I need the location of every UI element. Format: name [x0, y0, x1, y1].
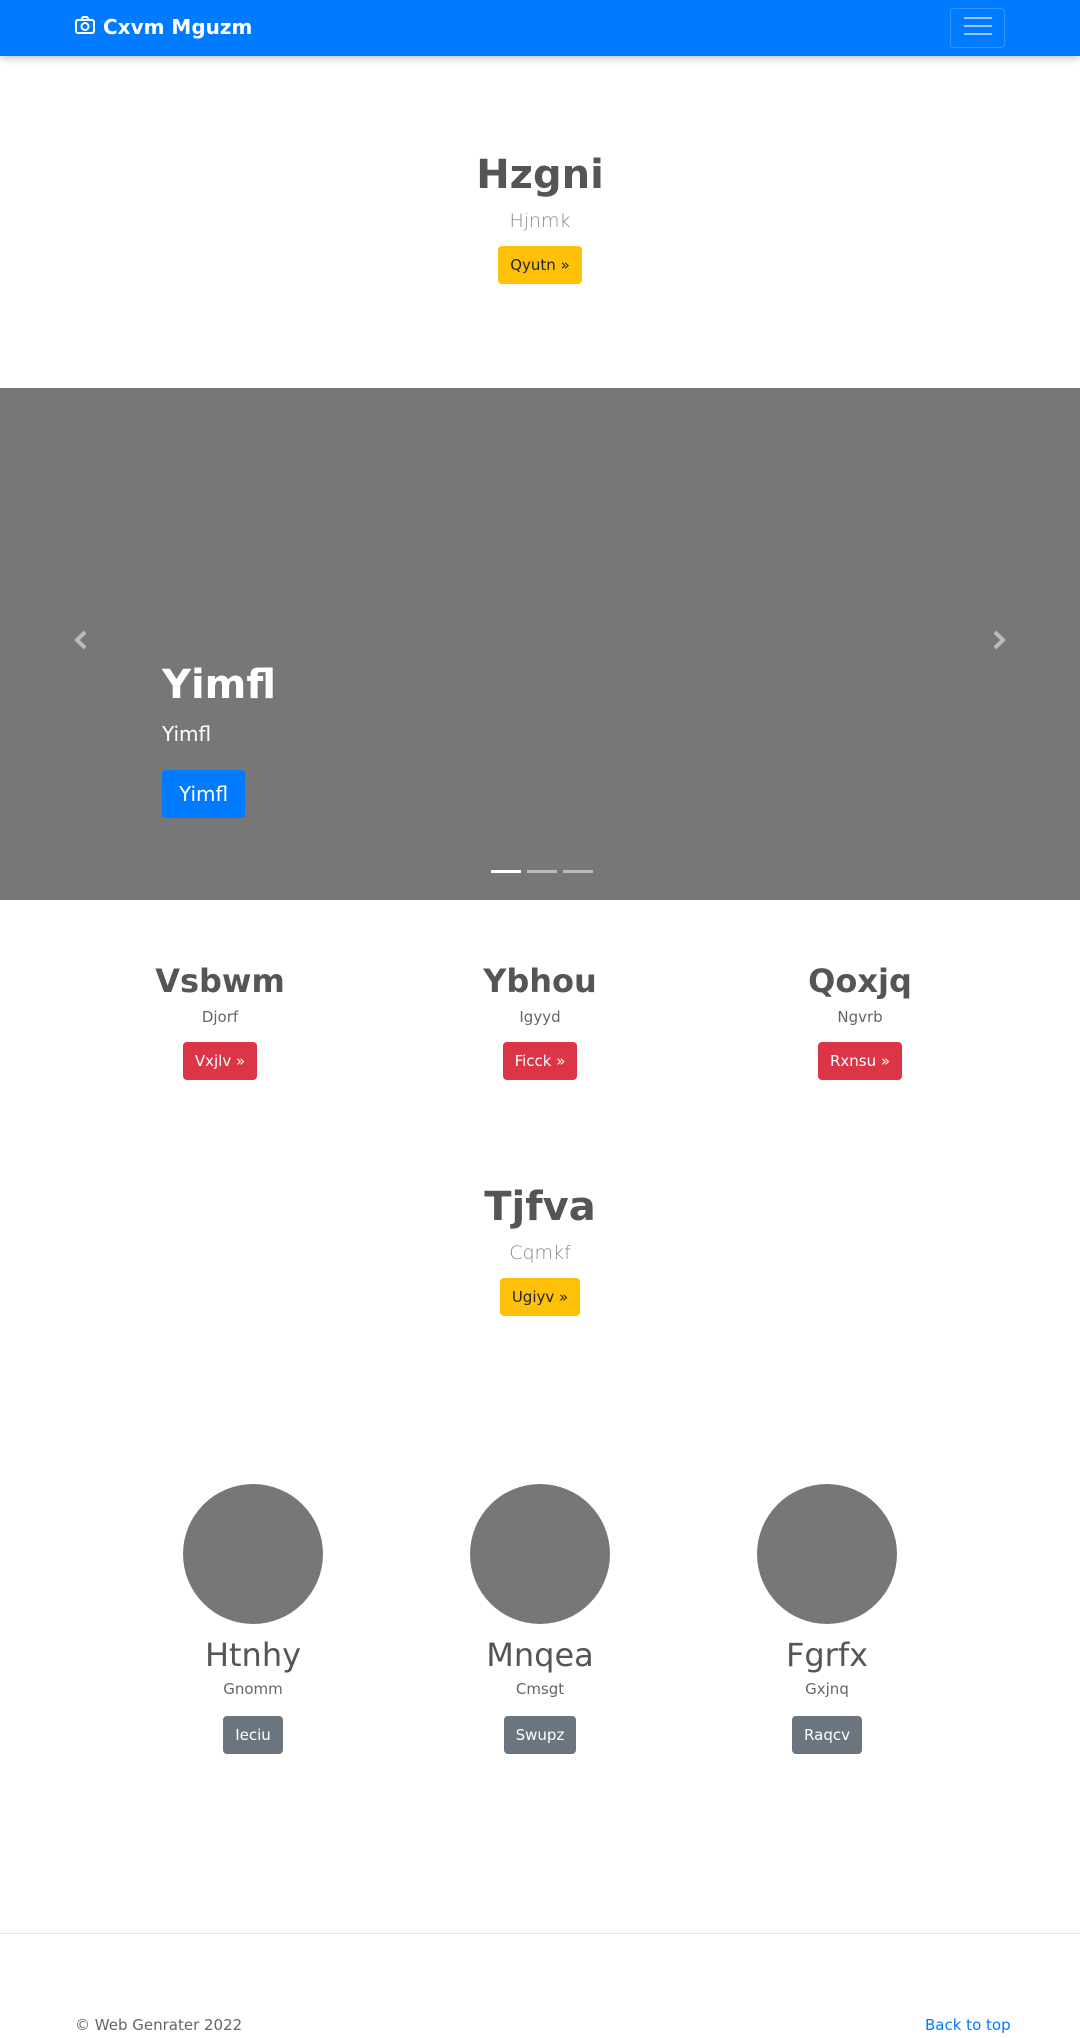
member-text: Gnomm: [223, 1680, 283, 1698]
brand-link[interactable]: Cxvm Mguzm: [75, 15, 252, 39]
camera-icon: [75, 15, 103, 39]
member-text: Cmsgt: [515, 1680, 565, 1698]
feature-column: Vsbwm Djorf Vxjlv »: [70, 962, 370, 1080]
member-button[interactable]: Ieciu: [223, 1716, 283, 1754]
team-member: Htnhy Gnomm Ieciu: [143, 1484, 363, 1754]
brand-name: Cxvm Mguzm: [103, 15, 253, 39]
footer-divider: [0, 1933, 1080, 1934]
feature-text: Djorf: [201, 1008, 239, 1026]
member-button[interactable]: Raqcv: [792, 1716, 862, 1754]
navbar-toggler-button[interactable]: [950, 8, 1005, 48]
hero-section: Hzgni Hjnmk Qyutn »: [0, 152, 1080, 284]
chevron-left-icon[interactable]: [72, 630, 92, 654]
hero-title: Hzgni: [476, 152, 604, 198]
hero-subtitle: Hjnmk: [509, 210, 571, 232]
carousel-title: Yimfl: [162, 662, 277, 708]
back-to-top-link[interactable]: Back to top: [925, 2016, 1011, 2034]
carousel-button[interactable]: Yimfl: [162, 770, 246, 818]
member-button[interactable]: Swupz: [503, 1716, 577, 1754]
feature-column: Qoxjq Ngvrb Rxnsu »: [710, 962, 1010, 1080]
hero-button[interactable]: Qyutn »: [498, 246, 582, 284]
section-button[interactable]: Ugiyv »: [499, 1278, 581, 1316]
feature-text: Igyyd: [519, 1008, 561, 1026]
feature-button[interactable]: Ficck »: [502, 1042, 578, 1080]
team-member: Fgrfx Gxjnq Raqcv: [717, 1484, 937, 1754]
feature-title: Vsbwm: [155, 962, 285, 1000]
section-two: Tjfva Cqmkf Ugiyv »: [0, 1184, 1080, 1316]
feature-column: Ybhou Igyyd Ficck »: [390, 962, 690, 1080]
carousel-indicators: [488, 870, 596, 873]
avatar: [757, 1484, 897, 1624]
section-subtitle: Cqmkf: [509, 1242, 571, 1264]
feature-title: Ybhou: [483, 962, 597, 1000]
member-name: Mnqea: [486, 1636, 594, 1674]
hamburger-icon: [963, 15, 992, 41]
carousel-caption: Yimfl Yimfl Yimfl: [162, 662, 276, 818]
carousel-indicator[interactable]: [527, 870, 557, 873]
team-member: Mnqea Cmsgt Swupz: [430, 1484, 650, 1754]
carousel-indicator[interactable]: [491, 870, 521, 873]
chevron-right-icon[interactable]: [988, 630, 1008, 654]
avatar: [470, 1484, 610, 1624]
carousel-text: Yimfl: [162, 722, 212, 746]
feature-text: Ngvrb: [837, 1008, 883, 1026]
carousel: Yimfl Yimfl Yimfl: [0, 388, 1080, 900]
feature-title: Qoxjq: [808, 962, 912, 1000]
member-text: Gxjnq: [805, 1680, 849, 1698]
member-name: Fgrfx: [785, 1636, 869, 1674]
navbar: Cxvm Mguzm: [0, 0, 1080, 56]
member-name: Htnhy: [204, 1636, 302, 1674]
feature-button[interactable]: Vxjlv »: [182, 1042, 258, 1080]
feature-button[interactable]: Rxnsu »: [817, 1042, 903, 1080]
section-title: Tjfva: [484, 1184, 596, 1230]
copyright-text: © Web Genrater 2022: [75, 2016, 243, 2034]
avatar: [183, 1484, 323, 1624]
carousel-indicator[interactable]: [563, 870, 593, 873]
